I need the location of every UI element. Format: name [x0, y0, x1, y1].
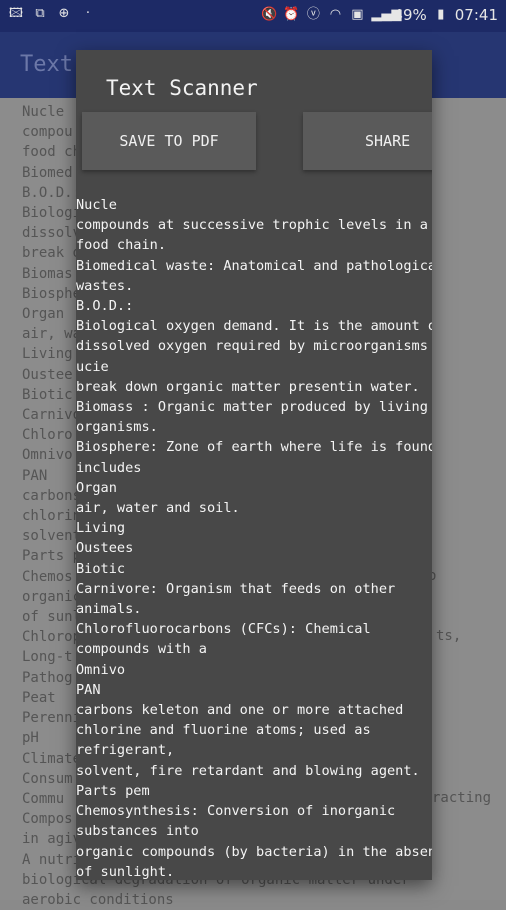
scanned-text-line: carbons keleton and one or more attached: [76, 702, 404, 719]
scanned-text-line: dissolved oxygen required by microorgani…: [76, 338, 432, 355]
dialog-title: Text Scanner: [106, 76, 258, 100]
background-fragment: racting: [432, 790, 492, 806]
scanned-text-line: substances into: [76, 823, 199, 840]
scanned-text-line: food chain.: [76, 237, 167, 254]
scanned-text-line: refrigerant,: [76, 742, 175, 759]
scanned-text-line: Omnivo: [76, 661, 126, 678]
scanned-text-line: Nucle: [76, 197, 117, 213]
scanned-text-line: solvent, fire retardant and blowing agen…: [76, 762, 420, 779]
scanned-text-line: Carnivore: Organism that feeds on other: [76, 580, 396, 597]
scanned-text-line: Biotic: [76, 560, 126, 577]
battery-percent: 49%: [393, 6, 427, 24]
text-scanner-dialog: Text Scanner SAVE TO PDF SHARE Nucle comp…: [76, 50, 432, 880]
scanned-text-line: Organ: [76, 479, 117, 496]
scanned-text-line: ucie: [76, 358, 109, 375]
scanned-text-line: Oustees: [76, 540, 134, 557]
image-icon: 🖾: [8, 6, 24, 21]
alarm-icon: ⏰: [283, 7, 300, 22]
share-button[interactable]: SHARE: [303, 112, 432, 170]
status-right-icons: 🔇 ⏰ ⓥ ◠ ▣ ▂▄▆ 49% ▮ 07:41: [261, 6, 498, 24]
background-fragment: ts,: [436, 628, 462, 644]
scanned-text-line: wastes.: [76, 277, 134, 294]
scanned-text-line: compounds with a: [76, 641, 207, 658]
scanned-text-line: Biological oxygen demand. It is the amou…: [76, 318, 432, 335]
scanned-text-line: organic compounds (by bacteria) in the a…: [76, 843, 432, 860]
status-left-icons: 🖾 ⧉ ⊕ ·: [8, 6, 96, 22]
scanned-text-line: includes: [76, 459, 142, 476]
wifi-icon: ◠: [329, 7, 342, 22]
scanned-text-line: compounds at successive trophic levels i…: [76, 217, 428, 234]
scanned-text-line: Biomedical waste: Anatomical and patholo…: [76, 257, 432, 274]
scanned-text-line: break down organic matter presentin wate…: [76, 378, 420, 395]
scanned-text-line: Biosphere: Zone of earth where life is f…: [76, 439, 432, 456]
scanned-text-line: Parts pem: [76, 782, 150, 799]
volte-icon: ⓥ: [306, 7, 320, 22]
scanned-text-line: Chlorofluorocarbons (CFCs): Chemical: [76, 621, 371, 638]
scanned-text-line: B.O.D.:: [76, 298, 134, 315]
signal-icon: ▂▄▆: [371, 7, 402, 22]
scanned-text-line: animals.: [76, 601, 142, 618]
sim-icon: ▣: [351, 7, 364, 22]
clock: 07:41: [454, 6, 498, 24]
scanned-text-line: organisms.: [76, 419, 158, 436]
notification-dot: ·: [85, 6, 91, 21]
mute-icon: 🔇: [261, 7, 278, 22]
status-bar: 🖾 ⧉ ⊕ · 🔇 ⏰ ⓥ ◠ ▣ ▂▄▆ 49% ▮ 07:41: [0, 0, 506, 32]
cast-icon: ⧉: [35, 6, 45, 21]
globe-icon: ⊕: [58, 6, 70, 21]
scanned-text-line: air, water and soil.: [76, 500, 240, 517]
scanned-text-line: Chemosynthesis: Conversion of inorganic: [76, 803, 396, 820]
scanned-text-line: of sunlight.: [76, 863, 175, 880]
scanned-text-line: Biomass : Organic matter produced by liv…: [76, 399, 428, 416]
save-to-pdf-button[interactable]: SAVE TO PDF: [82, 112, 256, 170]
battery-icon: ▮: [437, 7, 445, 22]
scanned-text-line: chlorine and fluorine atoms; used as: [76, 722, 371, 739]
scanned-text-content[interactable]: Nucle compounds at successive trophic lev…: [76, 195, 432, 880]
scanned-text-line: Living: [76, 520, 126, 537]
scanned-text-line: PAN: [76, 681, 101, 698]
